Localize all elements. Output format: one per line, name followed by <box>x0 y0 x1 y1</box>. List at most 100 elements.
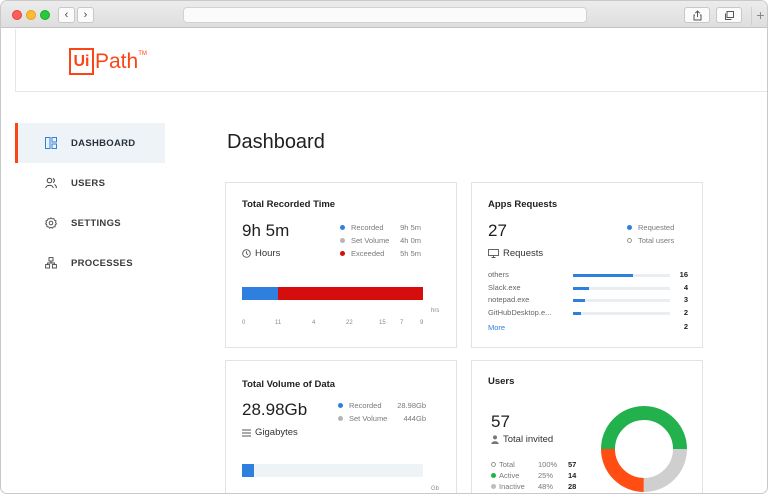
legend-item: Recorded 28.98Gb <box>338 399 426 412</box>
sidebar-item-users[interactable]: USERS <box>15 163 165 203</box>
more-link[interactable]: More <box>488 323 505 332</box>
app-request-row: Slack.exe 4 <box>488 283 688 295</box>
app-request-bar <box>573 312 670 315</box>
forward-button[interactable]: › <box>77 7 94 23</box>
users-row-text: Inactive <box>499 482 525 491</box>
legend-item: Requested <box>627 221 674 234</box>
legend-item: Total users <box>627 234 674 247</box>
legend-value: 444Gb <box>403 414 426 423</box>
sidebar-item-dashboard[interactable]: DASHBOARD <box>15 123 165 163</box>
user-icon <box>491 435 499 444</box>
processes-icon <box>45 257 57 269</box>
recorded-bar-segment <box>242 464 254 477</box>
sidebar-item-label: USERS <box>71 177 106 189</box>
legend-value: 9h 5m <box>400 223 421 232</box>
legend-swatch <box>338 416 343 421</box>
legend-value: 28.98Gb <box>397 401 426 410</box>
app-name: GitHubDesktop.e... <box>488 308 552 317</box>
axis-tick-label: 0 <box>242 320 246 326</box>
sidebar-item-processes[interactable]: PROCESSES <box>15 243 165 283</box>
show-tabs-button[interactable] <box>716 7 742 23</box>
users-row-percent: 48% <box>538 482 554 491</box>
users-row: Inactive 48% 28 <box>491 482 583 493</box>
legend-swatch <box>340 251 345 256</box>
card-title: Users <box>488 376 515 387</box>
app-request-count: 4 <box>683 283 688 292</box>
app-request-bar <box>573 274 670 277</box>
users-value: 57 <box>491 412 510 431</box>
users-row-percent: 100% <box>538 460 558 469</box>
legend-swatch <box>627 238 632 243</box>
unit-label: Requests <box>503 248 544 259</box>
app-request-row: GitHubDesktop.e... 2 <box>488 308 688 320</box>
apps-requests-card: Apps Requests 27 Requests Requested Tota… <box>471 182 703 348</box>
app-name: Slack.exe <box>488 283 521 292</box>
zoom-window-button[interactable] <box>40 10 50 20</box>
legend-value: 5h 5m <box>400 249 421 258</box>
users-donut-chart <box>601 406 687 492</box>
app-request-fill <box>573 287 589 290</box>
axis-tick-label: 15 <box>379 320 386 326</box>
users-row-label: Inactive <box>491 482 525 491</box>
address-bar[interactable] <box>183 7 587 23</box>
axis-tick-label: 9 <box>420 320 424 326</box>
recorded-time-unit: Hours <box>242 248 280 259</box>
app-name: notepad.exe <box>488 295 530 304</box>
uipath-logo[interactable]: Ui PathTM <box>69 48 147 75</box>
data-volume-card: Total Volume of Data 28.98Gb Gigabytes R… <box>225 360 457 493</box>
browser-window: ‹ › + Ui PathTM DASHBOARD USERS SETTINGS… <box>0 0 768 494</box>
users-row-count: 57 <box>568 460 577 469</box>
recorded-time-value: 9h 5m <box>242 221 290 240</box>
data-volume-legend: Recorded 28.98Gb Set Volume 444Gb <box>338 399 426 425</box>
axis-unit: hrs <box>431 308 440 314</box>
recorded-time-legend: Recorded 9h 5m Set Volume 4h 0m Exceeded… <box>340 221 421 260</box>
gear-icon <box>45 217 57 229</box>
legend-swatch <box>627 225 632 230</box>
list-icon <box>242 429 251 436</box>
apps-requests-legend: Requested Total users <box>627 221 674 247</box>
app-request-count: 2 <box>683 322 688 331</box>
dashboard-icon <box>45 137 57 149</box>
app-header: Ui PathTM <box>15 29 767 92</box>
sidebar-item-label: PROCESSES <box>71 257 133 269</box>
card-title: Total Volume of Data <box>242 379 336 390</box>
monitor-icon <box>488 249 499 258</box>
app-name: others <box>488 270 509 279</box>
users-row-text: Total <box>499 460 515 469</box>
legend-item: Set Volume 444Gb <box>338 412 426 425</box>
unit-label: Total invited <box>503 434 554 445</box>
users-row-count: 28 <box>568 482 577 491</box>
share-icon <box>693 10 702 21</box>
new-tab-button[interactable]: + <box>751 7 767 25</box>
legend-item: Exceeded 5h 5m <box>340 247 421 260</box>
back-button[interactable]: ‹ <box>58 7 75 23</box>
close-window-button[interactable] <box>12 10 22 20</box>
data-volume-value: 28.98Gb <box>242 400 308 419</box>
axis-tick-label: 4 <box>312 320 316 326</box>
page-title: Dashboard <box>227 131 325 153</box>
clock-icon <box>242 249 251 258</box>
users-icon <box>45 177 57 189</box>
app-request-fill <box>573 274 634 277</box>
share-button[interactable] <box>684 7 710 23</box>
legend-label: Exceeded <box>351 249 385 258</box>
sidebar-item-label: DASHBOARD <box>71 137 136 149</box>
logo-trademark: TM <box>138 51 147 57</box>
logo-wordmark: Path <box>95 50 139 73</box>
legend-label: Recorded <box>351 223 384 232</box>
logo-mark: Ui <box>69 48 94 75</box>
sidebar: DASHBOARD USERS SETTINGS PROCESSES <box>15 123 165 283</box>
users-row-text: Active <box>499 471 520 480</box>
legend-label: Requested <box>638 223 675 232</box>
minimize-window-button[interactable] <box>26 10 36 20</box>
data-volume-unit: Gigabytes <box>242 427 298 438</box>
recorded-time-bar <box>242 287 423 300</box>
exceeded-bar-segment <box>278 287 423 300</box>
app-request-row: 2 <box>488 322 688 334</box>
sidebar-item-settings[interactable]: SETTINGS <box>15 203 165 243</box>
app-request-bar <box>573 287 670 290</box>
legend-swatch <box>340 225 345 230</box>
recorded-time-axis: 0 11 4 22 15 7 9 <box>242 320 442 328</box>
axis-tick-label: 22 <box>346 320 353 326</box>
app-request-count: 3 <box>683 295 688 304</box>
